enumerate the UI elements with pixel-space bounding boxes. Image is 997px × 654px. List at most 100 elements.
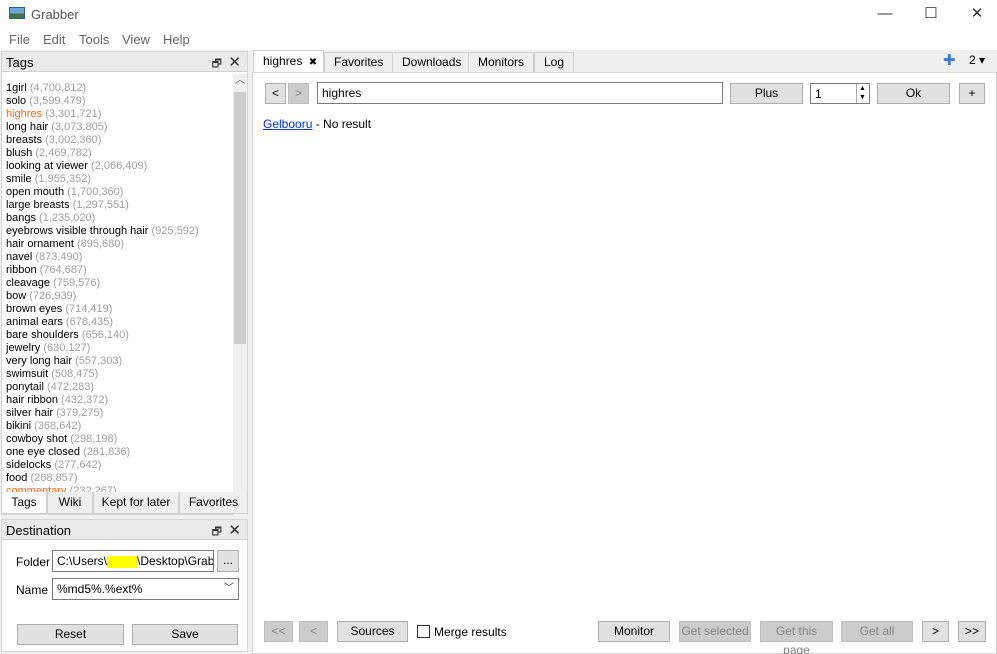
chevron-up-icon[interactable]: ︿ bbox=[233, 74, 247, 88]
tag-name[interactable]: commentary bbox=[6, 485, 67, 492]
browse-folder-button[interactable]: ... bbox=[217, 550, 239, 572]
scroll-thumb[interactable] bbox=[234, 92, 246, 344]
tag-name[interactable]: long hair bbox=[6, 121, 48, 133]
tag-name[interactable]: swimsuit bbox=[6, 368, 48, 380]
close-icon[interactable]: ✕ bbox=[228, 53, 241, 71]
add-tab-icon[interactable]: ✚ bbox=[943, 51, 956, 69]
spin-arrows-icon[interactable]: ▲ ▼ bbox=[856, 84, 868, 103]
menu-tools[interactable]: Tools bbox=[79, 32, 109, 47]
tag-name[interactable]: bare shoulders bbox=[6, 329, 79, 341]
filename-select[interactable]: %md5%.%ext% ﹀ bbox=[52, 578, 239, 600]
prev-page-button[interactable]: < bbox=[299, 621, 328, 642]
tag-list-item[interactable]: looking at viewer (2,066,409) bbox=[6, 160, 230, 173]
tab-log[interactable]: Log bbox=[534, 52, 575, 72]
close-button[interactable]: ✕ bbox=[962, 4, 992, 24]
search-input[interactable]: highres bbox=[317, 82, 723, 104]
tag-name[interactable]: bow bbox=[6, 290, 26, 302]
folder-input[interactable]: C:\Users\ \Desktop\Grabber bbox=[52, 550, 214, 572]
tag-list-scrollbar[interactable]: ︿ ﹀ bbox=[233, 74, 247, 546]
tag-list-item[interactable]: breasts (3,002,360) bbox=[6, 134, 230, 147]
tag-name[interactable]: smile bbox=[6, 173, 32, 185]
next-search-button[interactable]: > bbox=[288, 83, 309, 104]
tag-list-item[interactable]: large breasts (1,297,551) bbox=[6, 199, 230, 212]
tab-tags[interactable]: Tags bbox=[1, 492, 47, 514]
tag-list-item[interactable]: brown eyes (714,419) bbox=[6, 303, 230, 316]
tag-list-item[interactable]: sidelocks (277,642) bbox=[6, 459, 230, 472]
minimize-button[interactable]: — bbox=[870, 4, 900, 24]
tag-list-item[interactable]: bikini (368,642) bbox=[6, 420, 230, 433]
ok-button[interactable]: Ok bbox=[877, 83, 950, 104]
tag-list-item[interactable]: open mouth (1,700,360) bbox=[6, 186, 230, 199]
tag-list-item[interactable]: long hair (3,073,805) bbox=[6, 121, 230, 134]
tag-name[interactable]: ribbon bbox=[6, 264, 37, 276]
tag-name[interactable]: blush bbox=[6, 147, 32, 159]
last-page-button[interactable]: >> bbox=[958, 621, 986, 642]
tab-close-icon[interactable]: ✖ bbox=[309, 57, 317, 68]
tag-list-item[interactable]: commentary (232,267) bbox=[6, 485, 230, 492]
tag-name[interactable]: hair ribbon bbox=[6, 394, 58, 406]
add-search-field-button[interactable]: + bbox=[959, 83, 985, 104]
tag-list-item[interactable]: smile (1,955,352) bbox=[6, 173, 230, 186]
tab-downloads[interactable]: Downloads bbox=[392, 52, 472, 72]
tag-name[interactable]: bangs bbox=[6, 212, 36, 224]
columns-selector[interactable]: 2 ▾ bbox=[969, 53, 985, 67]
tag-name[interactable]: food bbox=[6, 472, 27, 484]
tag-name[interactable]: eyebrows visible through hair bbox=[6, 225, 148, 237]
tag-name[interactable]: cowboy shot bbox=[6, 433, 67, 445]
sources-button[interactable]: Sources bbox=[337, 621, 408, 642]
menu-edit[interactable]: Edit bbox=[43, 32, 65, 47]
tag-name[interactable]: navel bbox=[6, 251, 32, 263]
tag-list-item[interactable]: very long hair (557,303) bbox=[6, 355, 230, 368]
tab-wiki[interactable]: Wiki bbox=[47, 492, 93, 514]
reset-button[interactable]: Reset bbox=[17, 624, 124, 645]
tag-name[interactable]: 1girl bbox=[6, 82, 27, 94]
tab-highres[interactable]: highres ✖ bbox=[253, 50, 325, 72]
tag-list-item[interactable]: ponytail (472,283) bbox=[6, 381, 230, 394]
tag-name[interactable]: highres bbox=[6, 108, 42, 120]
tag-list-item[interactable]: ribbon (764,687) bbox=[6, 264, 230, 277]
monitor-button[interactable]: Monitor bbox=[598, 621, 670, 642]
tag-name[interactable]: looking at viewer bbox=[6, 160, 88, 172]
tag-name[interactable]: silver hair bbox=[6, 407, 53, 419]
tag-list-item[interactable]: bangs (1,235,020) bbox=[6, 212, 230, 225]
tag-list-item[interactable]: cowboy shot (298,198) bbox=[6, 433, 230, 446]
save-button[interactable]: Save bbox=[132, 624, 238, 645]
tag-list-item[interactable]: hair ornament (895,680) bbox=[6, 238, 230, 251]
tag-name[interactable]: one eye closed bbox=[6, 446, 80, 458]
tag-list-item[interactable]: bow (726,939) bbox=[6, 290, 230, 303]
tab-monitors[interactable]: Monitors bbox=[468, 52, 535, 72]
tab-favorites-left[interactable]: Favorites bbox=[179, 492, 248, 514]
tab-kept-for-later[interactable]: Kept for later bbox=[93, 492, 179, 514]
tag-name[interactable]: breasts bbox=[6, 134, 42, 146]
get-all-button[interactable]: Get all bbox=[841, 621, 913, 642]
tag-name[interactable]: cleavage bbox=[6, 277, 50, 289]
page-spinbox[interactable]: 1 ▲ ▼ bbox=[810, 83, 870, 104]
tag-list-item[interactable]: eyebrows visible through hair (925,592) bbox=[6, 225, 230, 238]
tag-list-item[interactable]: 1girl (4,700,812) bbox=[6, 82, 230, 95]
menu-view[interactable]: View bbox=[122, 32, 150, 47]
tag-name[interactable]: ponytail bbox=[6, 381, 44, 393]
tag-list-item[interactable]: solo (3,599,479) bbox=[6, 95, 230, 108]
tag-name[interactable]: open mouth bbox=[6, 186, 64, 198]
tag-list-item[interactable]: highres (3,301,721) bbox=[6, 108, 230, 121]
float-icon[interactable]: 🗗 bbox=[212, 523, 222, 542]
tag-list-item[interactable]: food (268,857) bbox=[6, 472, 230, 485]
tag-list-item[interactable]: swimsuit (508,475) bbox=[6, 368, 230, 381]
tag-name[interactable]: solo bbox=[6, 95, 26, 107]
menu-help[interactable]: Help bbox=[163, 32, 190, 47]
tag-list-item[interactable]: hair ribbon (432,372) bbox=[6, 394, 230, 407]
tag-list-item[interactable]: navel (873,490) bbox=[6, 251, 230, 264]
close-icon[interactable]: ✕ bbox=[228, 521, 241, 539]
get-this-page-button[interactable]: Get this page bbox=[760, 621, 833, 654]
next-page-button[interactable]: > bbox=[922, 621, 949, 642]
first-page-button[interactable]: << bbox=[264, 621, 293, 642]
float-icon[interactable]: 🗗 bbox=[212, 55, 222, 74]
source-link[interactable]: Gelbooru bbox=[263, 117, 312, 131]
tag-list-item[interactable]: bare shoulders (656,140) bbox=[6, 329, 230, 342]
tag-name[interactable]: very long hair bbox=[6, 355, 72, 367]
menu-file[interactable]: File bbox=[9, 32, 30, 47]
tag-name[interactable]: brown eyes bbox=[6, 303, 62, 315]
plus-button[interactable]: Plus bbox=[730, 83, 803, 104]
tag-name[interactable]: hair ornament bbox=[6, 238, 74, 250]
tag-list-item[interactable]: cleavage (759,576) bbox=[6, 277, 230, 290]
